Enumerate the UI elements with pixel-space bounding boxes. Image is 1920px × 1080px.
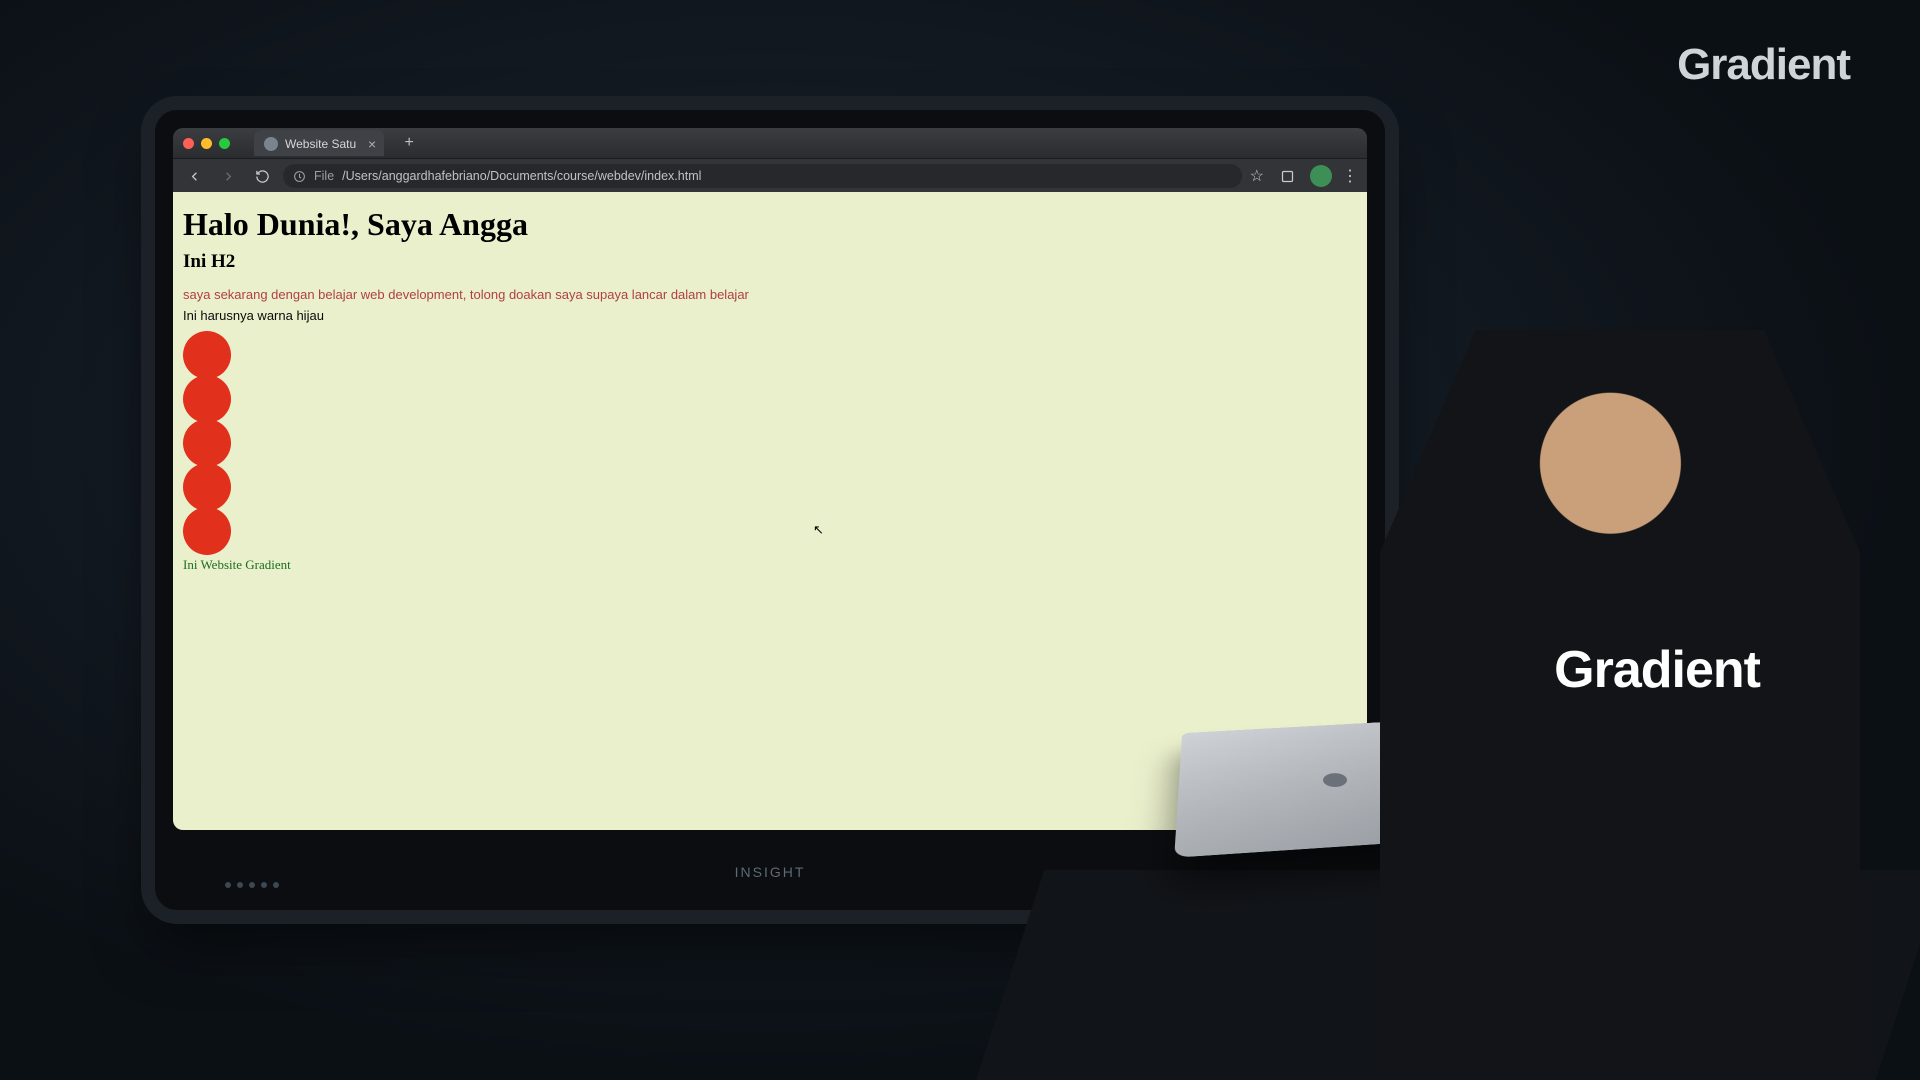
window-titlebar: Website Satu × + <box>173 128 1367 159</box>
url-scheme-label: File <box>314 169 334 183</box>
red-circle-list <box>183 331 1357 555</box>
url-path: /Users/anggardhafebriano/Documents/cours… <box>342 169 701 183</box>
red-circle <box>183 507 231 555</box>
page-heading-h1: Halo Dunia!, Saya Angga <box>183 206 1357 243</box>
red-circle <box>183 331 231 379</box>
mouse-cursor-icon: ↖ <box>813 522 824 538</box>
new-tab-button[interactable]: + <box>398 132 420 154</box>
red-circle <box>183 463 231 511</box>
shirt-text: Gradient <box>1554 640 1760 700</box>
tab-close-button[interactable]: × <box>368 137 376 151</box>
browser-toolbar: File /Users/anggardhafebriano/Documents/… <box>173 159 1367 194</box>
address-bar[interactable]: File /Users/anggardhafebriano/Documents/… <box>283 164 1242 188</box>
video-frame: Gradient Website Satu × + <box>0 0 1920 1080</box>
arrow-left-icon <box>187 169 202 184</box>
channel-watermark: Gradient <box>1677 40 1850 90</box>
bookmark-star-icon[interactable]: ☆ <box>1250 166 1264 186</box>
red-circle <box>183 419 231 467</box>
extensions-button[interactable] <box>1274 163 1300 189</box>
browser-tab[interactable]: Website Satu × <box>254 130 384 156</box>
tab-favicon-icon <box>264 137 278 151</box>
file-icon <box>293 170 306 183</box>
presenter <box>1380 330 1860 1070</box>
window-close-button[interactable] <box>183 138 194 149</box>
menu-button[interactable]: ⋮ <box>1342 166 1359 186</box>
page-paragraph: saya sekarang dengan belajar web develop… <box>183 287 1357 302</box>
back-button[interactable] <box>181 163 207 189</box>
page-heading-h2: Ini H2 <box>183 251 1357 273</box>
forward-button[interactable] <box>215 163 241 189</box>
window-maximize-button[interactable] <box>219 138 230 149</box>
window-minimize-button[interactable] <box>201 138 212 149</box>
toolbar-right: ☆ ⋮ <box>1250 163 1359 189</box>
page-note: Ini harusnya warna hijau <box>183 308 1357 323</box>
page-footer-link[interactable]: Ini Website Gradient <box>183 557 1357 573</box>
display-status-leds <box>225 882 279 888</box>
tab-title: Website Satu <box>285 137 356 151</box>
profile-avatar-icon[interactable] <box>1310 165 1332 187</box>
reload-icon <box>255 169 270 184</box>
browser-window: Website Satu × + File /Users/an <box>173 128 1367 830</box>
red-circle <box>183 375 231 423</box>
rendered-page: Halo Dunia!, Saya Angga Ini H2 saya seka… <box>173 192 1367 583</box>
puzzle-icon <box>1280 169 1295 184</box>
reload-button[interactable] <box>249 163 275 189</box>
arrow-right-icon <box>221 169 236 184</box>
window-controls <box>183 138 230 149</box>
